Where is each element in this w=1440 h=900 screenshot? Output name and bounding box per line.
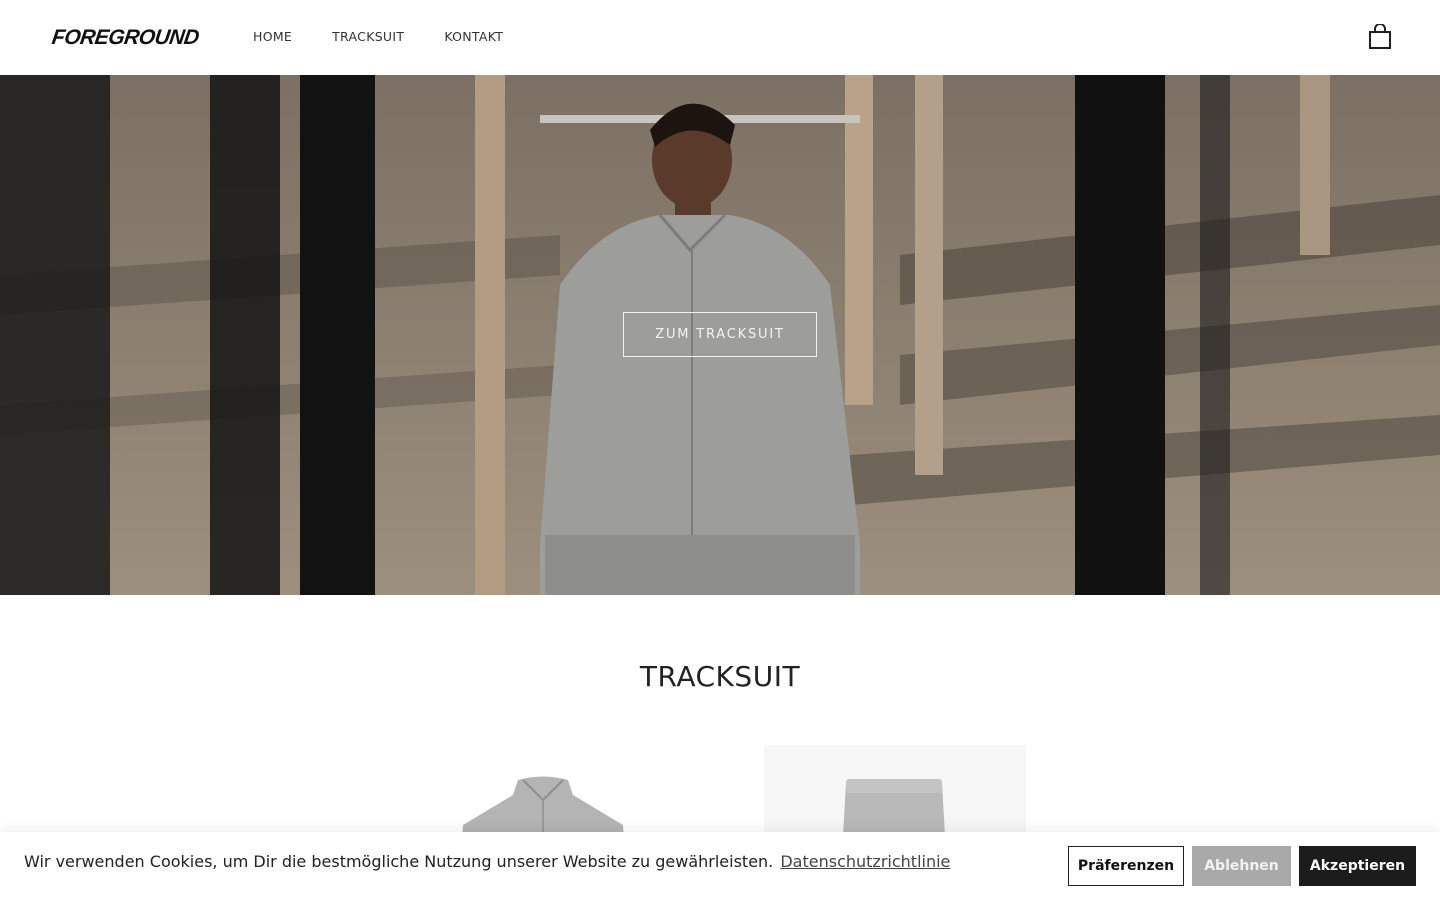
nav-tracksuit[interactable]: TRACKSUIT — [332, 29, 404, 44]
section-title: TRACKSUIT — [639, 660, 801, 693]
shopping-bag-icon[interactable] — [1368, 23, 1392, 50]
cookie-banner: Wir verwenden Cookies, um Dir die bestmö… — [0, 832, 1440, 900]
to-tracksuit-button[interactable]: ZUM TRACKSUIT — [623, 312, 817, 357]
main-nav: HOME TRACKSUIT KONTAKT — [253, 29, 543, 44]
cookie-text: Wir verwenden Cookies, um Dir die bestmö… — [24, 852, 774, 871]
nav-kontakt[interactable]: KONTAKT — [444, 29, 503, 44]
nav-home[interactable]: HOME — [253, 29, 292, 44]
brand-logo[interactable]: FOREGROUND — [50, 26, 200, 50]
privacy-policy-link[interactable]: Datenschutzrichtlinie — [780, 852, 950, 871]
site-header: FOREGROUND HOME TRACKSUIT KONTAKT — [0, 0, 1440, 75]
cookie-message: Wir verwenden Cookies, um Dir die bestmö… — [24, 852, 950, 871]
decline-button[interactable]: Ablehnen — [1192, 846, 1291, 886]
preferences-button[interactable]: Präferenzen — [1068, 846, 1184, 886]
hero-banner: ZUM TRACKSUIT — [0, 75, 1440, 595]
accept-button[interactable]: Akzeptieren — [1299, 846, 1416, 886]
